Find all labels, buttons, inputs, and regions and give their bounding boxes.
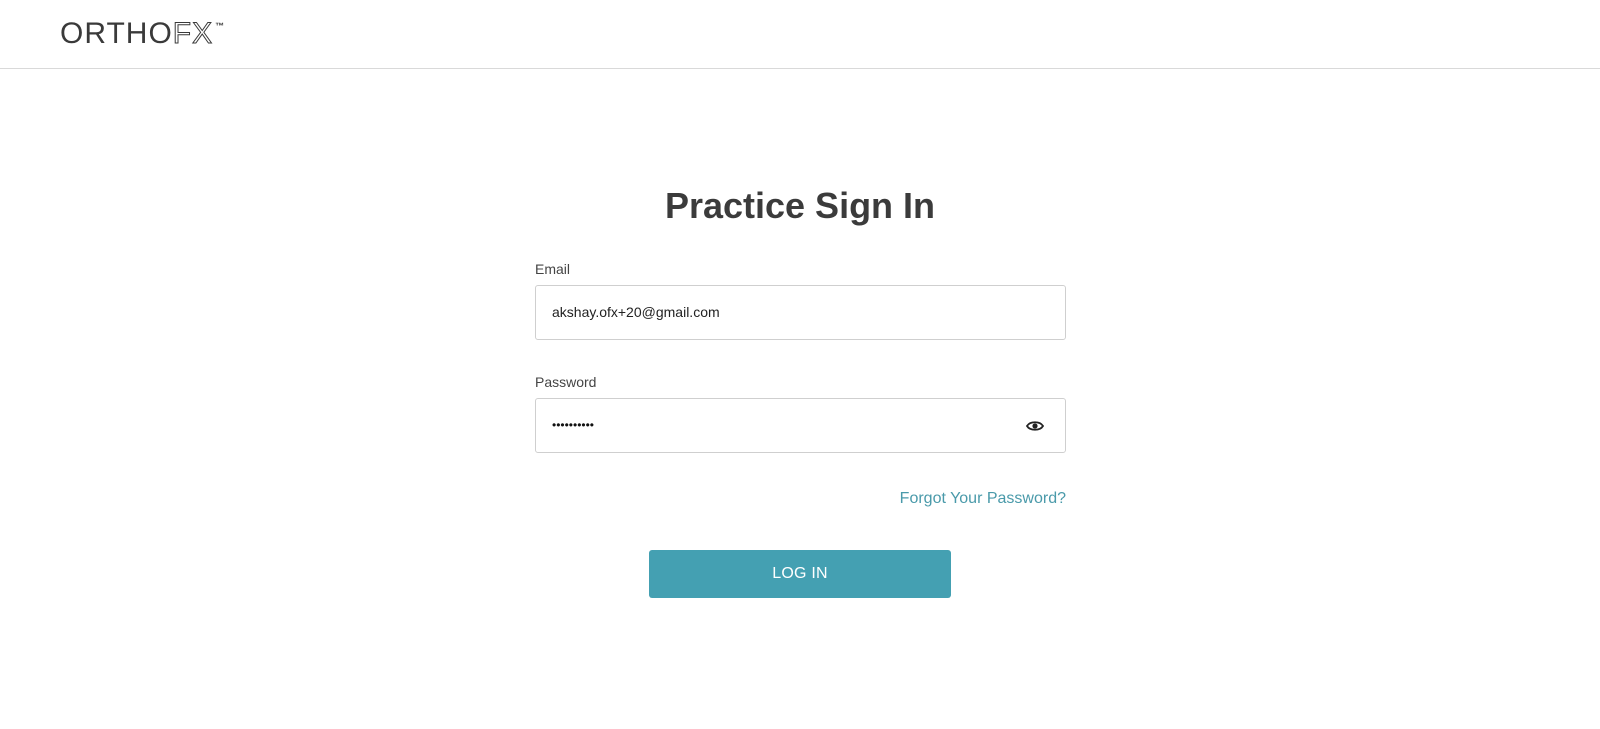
- email-field[interactable]: [535, 285, 1066, 340]
- top-header: ORTHO FX ™: [0, 0, 1600, 69]
- eye-icon[interactable]: [1025, 416, 1045, 436]
- forgot-password-link[interactable]: Forgot Your Password?: [900, 489, 1066, 509]
- password-field[interactable]: ••••••••••: [535, 398, 1066, 453]
- password-label: Password: [535, 374, 597, 390]
- logo-trademark: ™: [215, 21, 225, 31]
- email-input[interactable]: [552, 286, 992, 339]
- email-label: Email: [535, 261, 571, 277]
- page-title: Practice Sign In: [664, 185, 936, 226]
- orthofx-logo[interactable]: ORTHO FX ™: [60, 17, 224, 51]
- logo-outline-text: FX: [172, 17, 214, 51]
- login-button[interactable]: LOG IN: [649, 550, 951, 598]
- logo-solid-text: ORTHO: [60, 17, 173, 50]
- password-input[interactable]: ••••••••••: [552, 399, 992, 452]
